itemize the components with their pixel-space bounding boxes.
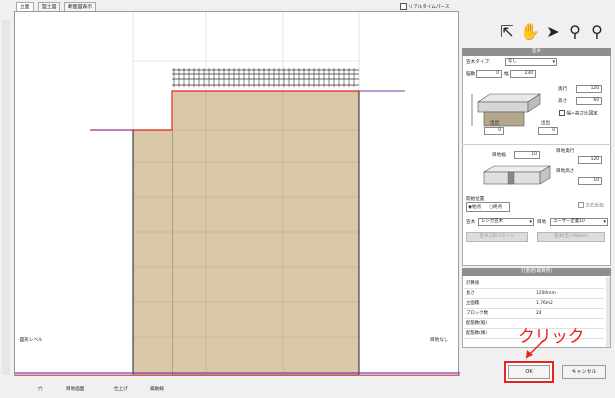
- kasagi-all-pattern-button[interactable]: 笠木(全) Pattern: [537, 232, 605, 242]
- flip-label: 左右反転: [585, 203, 604, 209]
- quantities-scrollbar[interactable]: [606, 277, 610, 347]
- kasagi-select[interactable]: レンガ笠木: [478, 218, 534, 226]
- ok-button[interactable]: OK: [508, 365, 550, 379]
- depth-label: 奥行: [558, 87, 568, 92]
- ratio-lock-label: 幅=高さ比固定: [566, 111, 598, 117]
- bottom-tab-aux-line[interactable]: 補助線: [150, 386, 164, 392]
- quantities-header: 計量値(概算用): [462, 268, 611, 276]
- width-input[interactable]: 230: [510, 70, 536, 78]
- start-option-label: 始点: [472, 205, 482, 210]
- joint-height-label: 目地高さ: [556, 169, 575, 174]
- flip-checkbox[interactable]: 左右反転: [578, 202, 604, 209]
- pin-remove-icon[interactable]: ⚲: [587, 18, 607, 44]
- rebar-ticks: [173, 68, 355, 87]
- kasagi-label: 笠木: [466, 220, 476, 225]
- joint-illustration: [482, 165, 552, 185]
- panel-header: 笠木: [462, 48, 611, 56]
- table-row: 長さ 1200mm: [464, 289, 604, 299]
- wall-lower-left: [133, 130, 172, 375]
- divider: [462, 144, 611, 145]
- joint-depth-label: 目地奥行: [556, 149, 575, 154]
- wall-body: [171, 90, 360, 376]
- rebar-top: [172, 69, 359, 86]
- height-label: 高さ: [558, 99, 568, 104]
- kasagi-type-select[interactable]: なし: [505, 58, 557, 66]
- drawing-canvas[interactable]: -図形レベル 目地なし: [14, 11, 460, 377]
- bottom-tab-joint-screen[interactable]: 目地画面: [66, 386, 84, 392]
- joint-select[interactable]: ユーザー定義10: [550, 218, 608, 226]
- joint-height-input[interactable]: 10: [578, 177, 602, 185]
- pin-add-icon[interactable]: ⚲: [565, 18, 585, 44]
- end-radio[interactable]: ○終点: [489, 204, 502, 210]
- annotation-arrow-icon: [525, 339, 545, 359]
- mekuri-label: 脳勲: [466, 72, 476, 77]
- elevation-drawing: [15, 12, 460, 377]
- depth-input[interactable]: 120: [576, 85, 602, 93]
- bottom-tab-hole[interactable]: 穴: [38, 386, 43, 392]
- right-level-label: 目地なし: [430, 338, 449, 343]
- dekake-label: 出出: [490, 121, 500, 126]
- joint-label: 目地: [537, 220, 547, 225]
- dekake2-input[interactable]: 0: [538, 127, 558, 135]
- height-input[interactable]: 60: [576, 97, 602, 105]
- kasagi-pattern-button[interactable]: 笠木コ形パターン: [466, 232, 528, 242]
- checkbox-icon[interactable]: [400, 3, 407, 10]
- realtime-perspective-label: リアルタイムパース: [408, 5, 450, 10]
- checkbox-icon[interactable]: [578, 202, 584, 208]
- cancel-button[interactable]: キャンセル: [562, 365, 606, 379]
- joint-width-label: 目地幅: [492, 153, 506, 158]
- table-row: ブロック数 24: [464, 309, 604, 319]
- table-row: 計算値: [464, 279, 604, 289]
- mekuri-input[interactable]: 0: [476, 70, 502, 78]
- width-label: 幅: [504, 72, 509, 77]
- end-option-label: 終点: [493, 205, 503, 210]
- kasagi-type-label: 笠木タイプ:: [466, 60, 491, 65]
- joint-width-input[interactable]: 10: [514, 151, 540, 159]
- checkbox-icon[interactable]: [559, 110, 565, 116]
- left-level-label: -図形レベル: [18, 338, 43, 343]
- dekake-input[interactable]: 0: [484, 127, 504, 135]
- table-row: 立面積 1.76m2: [464, 299, 604, 309]
- realtime-perspective-toggle[interactable]: リアルタイムパース: [400, 3, 449, 10]
- pointer-icon[interactable]: ➤: [543, 18, 563, 44]
- hand-pan-icon[interactable]: ✋: [520, 18, 540, 44]
- start-radio[interactable]: ◉始点: [468, 204, 481, 210]
- joint-depth-input[interactable]: 120: [578, 156, 602, 164]
- ratio-lock-checkbox[interactable]: 幅=高さ比固定: [559, 110, 598, 117]
- select-arrow-icon[interactable]: ⇱: [497, 18, 517, 44]
- vertical-scrollbar[interactable]: [2, 20, 10, 375]
- bottom-tab-finish[interactable]: 仕上げ: [114, 386, 128, 392]
- dekake2-label: 出出: [541, 121, 551, 126]
